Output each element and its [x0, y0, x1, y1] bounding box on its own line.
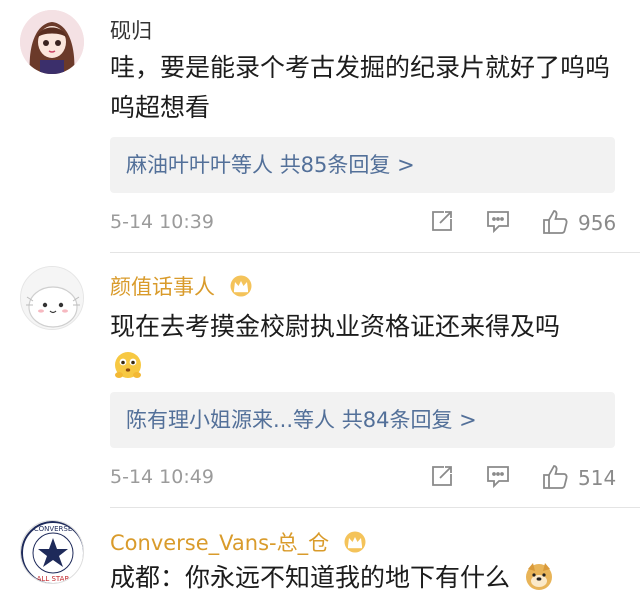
comment-text-content: 成都：你永远不知道我的地下有什么 — [110, 563, 511, 592]
emoji-icon — [112, 348, 144, 392]
share-icon[interactable] — [428, 462, 456, 495]
avatar[interactable]: CONVERSE ALL STAR — [20, 520, 84, 584]
thumbs-up-icon[interactable] — [540, 462, 570, 497]
comment-text: 哇，要是能录个考古发掘的纪录片就好了呜呜呜超想看 — [110, 53, 611, 122]
like-count: 514 — [578, 466, 617, 490]
svg-text:ALL STAR: ALL STAR — [37, 575, 70, 583]
avatar[interactable] — [20, 10, 84, 74]
divider — [110, 252, 640, 253]
username[interactable]: 砚归 — [110, 15, 152, 45]
comment-text: 现在去考摸金校尉执业资格证还来得及吗 — [110, 307, 615, 392]
reply-summary[interactable]: 陈有理小姐源来...等人 共84条回复 > — [110, 392, 615, 448]
reply-count: 共84条回复 > — [341, 408, 477, 432]
comment-icon[interactable] — [484, 207, 512, 240]
crown-badge-icon — [342, 531, 368, 558]
svg-text:CONVERSE: CONVERSE — [34, 525, 73, 533]
comment-icon[interactable] — [484, 462, 512, 495]
thumbs-up-icon[interactable] — [540, 207, 570, 242]
doge-emoji-icon — [524, 561, 554, 603]
username-text: 颜值话事人 — [110, 275, 215, 299]
crown-badge-icon — [228, 275, 254, 302]
like-count: 956 — [578, 211, 617, 235]
avatar[interactable] — [20, 266, 84, 330]
reply-preview-names: 麻油叶叶叶等人 — [126, 153, 273, 177]
divider — [110, 507, 640, 508]
comment-meta: 5-14 10:39 956 — [110, 207, 620, 241]
timestamp: 5-14 10:49 — [110, 466, 214, 488]
username[interactable]: Converse_Vans-总_仓 — [110, 527, 368, 558]
reply-summary[interactable]: 麻油叶叶叶等人 共85条回复 > — [110, 137, 615, 193]
reply-preview-names: 陈有理小姐源来...等人 — [126, 408, 336, 432]
username[interactable]: 颜值话事人 — [110, 271, 254, 302]
reply-count: 共85条回复 > — [279, 153, 415, 177]
username-text: Converse_Vans-总_仓 — [110, 531, 330, 555]
comment-text-content: 现在去考摸金校尉执业资格证还来得及吗 — [110, 312, 561, 341]
comment-text: 成都：你永远不知道我的地下有什么 — [110, 558, 615, 603]
share-icon[interactable] — [428, 207, 456, 240]
timestamp: 5-14 10:39 — [110, 211, 214, 233]
comment-meta: 5-14 10:49 514 — [110, 462, 620, 496]
